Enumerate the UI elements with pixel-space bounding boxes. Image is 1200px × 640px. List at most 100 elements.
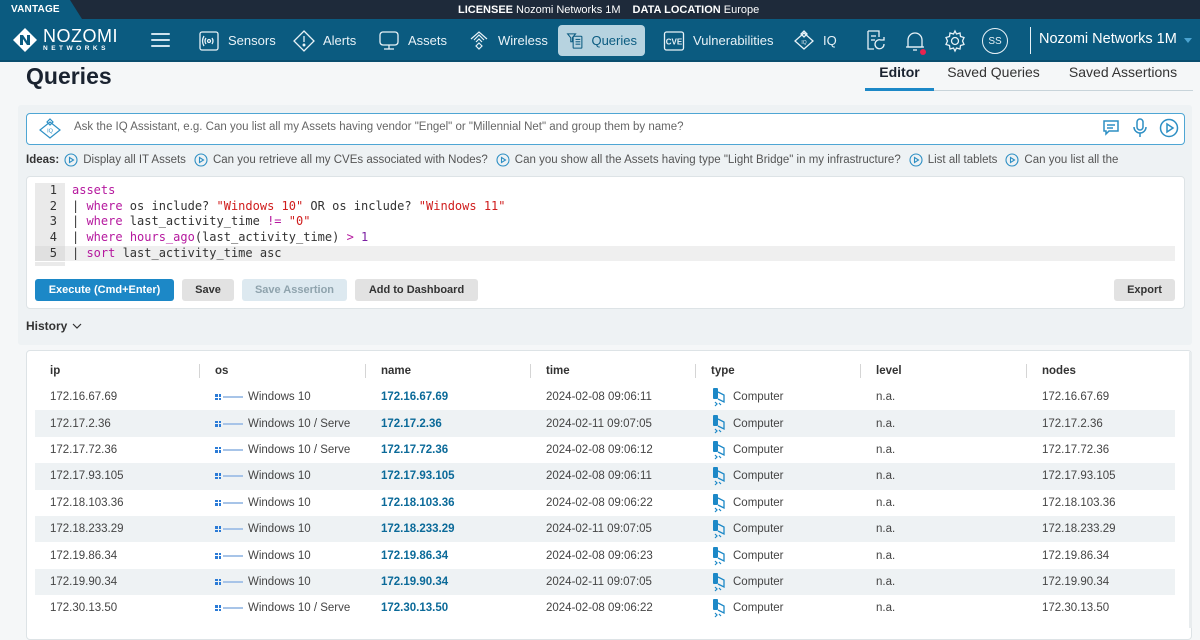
code-line[interactable]: 4 | where hours_ago(last_activity_time) >… [35,230,1175,246]
save-assertion-button[interactable]: Save Assertion [242,279,347,301]
nav-sensors[interactable]: Sensors [190,25,284,56]
cell-time: 2024-02-08 09:06:23 [546,549,653,562]
cell-level: n.a. [876,470,896,483]
windows-logo-icon [215,605,243,612]
product-label: VANTAGE [0,0,82,19]
user-avatar[interactable]: SS [982,28,1008,54]
code-text: | sort last_activity_time asc [72,245,282,260]
idea-item[interactable]: Display all IT Assets [64,153,186,167]
cell-level: n.a. [876,443,896,456]
query-code-editor[interactable]: 1 assets 2 | where os include? "Windows 10"… [35,183,1175,262]
nozomi-logo-icon [13,28,37,52]
computer-icon [713,599,725,618]
iq-assistant-input[interactable] [74,121,1074,133]
tenant-selector[interactable]: Nozomi Networks 1M [1039,31,1192,47]
table-row[interactable]: 172.19.90.34 Windows 10 172.19.90.34 2024-0… [35,568,1175,596]
tab-editor[interactable]: Editor [865,62,934,91]
table-row[interactable]: 172.16.67.69 Windows 10 172.16.67.69 2024-0… [35,384,1175,410]
nav-alerts[interactable]: Alerts [285,25,364,56]
cell-name-link[interactable]: 172.16.67.69 [366,391,531,403]
column-header-name[interactable]: name [366,358,531,384]
cell-level: n.a. [876,496,896,509]
nav-iq-label: IQ [823,33,837,48]
table-row[interactable]: 172.17.2.36 Windows 10 / Serve 172.17.2.36… [35,410,1175,437]
table-row[interactable]: 172.18.103.36 Windows 10 172.18.103.36 2024… [35,490,1175,516]
cell-name-link[interactable]: 172.19.90.34 [366,576,531,588]
idea-item[interactable]: List all tablets [909,153,997,167]
cell-os: Windows 10 [200,497,366,509]
report-refresh-icon[interactable] [864,29,888,53]
play-circle-icon [64,153,78,167]
cell-nodes: 172.18.103.36 [1042,496,1116,509]
nav-wireless[interactable]: Wireless [460,25,556,56]
column-header-time[interactable]: time [531,358,696,384]
cell-name-link[interactable]: 172.19.86.34 [366,550,531,562]
data-location-label: DATA LOCATION [632,4,721,16]
export-button[interactable]: Export [1114,279,1175,301]
cell-os: Windows 10 / Serve [200,418,366,430]
top-info-bar: VANTAGE LICENSEE Nozomi Networks 1M DATA L… [0,0,1200,19]
cell-nodes: 172.16.67.69 [1042,391,1110,404]
idea-item[interactable]: Can you show all the Assets having type … [496,153,901,167]
nav-iq[interactable]: IQ IQ [785,25,845,56]
add-to-dashboard-button[interactable]: Add to Dashboard [355,279,478,301]
table-scrollbar[interactable] [1189,352,1192,628]
nozomi-logo[interactable]: NOZOMI NETWORKS [12,27,118,53]
cell-ip: 172.30.13.50 [50,602,118,615]
nav-queries[interactable]: Queries [558,25,645,56]
computer-icon [713,572,725,592]
cell-name-link[interactable]: 172.17.2.36 [366,418,531,430]
cell-ip: 172.18.233.29 [50,523,124,536]
monitor-icon [379,30,399,50]
cell-os: Windows 10 [200,470,366,482]
play-circle-icon[interactable] [1159,118,1179,138]
microphone-icon[interactable] [1130,118,1150,138]
column-header-level[interactable]: level [861,358,1027,384]
nav-vulnerabilities[interactable]: CVE Vulnerabilities [655,25,781,56]
save-button[interactable]: Save [182,279,234,301]
code-line[interactable]: 3 | where last_activity_time != "0" [35,214,1175,231]
table-row[interactable]: 172.19.86.34 Windows 10 172.19.86.34 2024-0… [35,542,1175,568]
column-header-os[interactable]: os [200,358,366,384]
cell-name-link[interactable]: 172.17.93.105 [366,470,531,482]
licensee-label: LICENSEE [458,4,514,16]
idea-text: Can you show all the Assets having type … [514,154,901,166]
table-body: 172.16.67.69 Windows 10 172.16.67.69 2024-0… [35,384,1175,622]
wireless-icon [470,30,488,50]
chevron-down-icon [1183,37,1192,43]
settings-gear-icon[interactable] [943,29,967,53]
data-location-value: Europe [723,4,760,16]
chat-icon[interactable] [1101,118,1121,138]
cell-level: n.a. [876,575,896,588]
code-line[interactable]: 2 | where os include? "Windows 10" OR os … [35,198,1175,215]
cell-name-link[interactable]: 172.17.72.36 [366,444,531,456]
tab-saved-assertions[interactable]: Saved Assertions [1053,62,1193,90]
cell-level: n.a. [876,602,896,615]
nav-assets[interactable]: Assets [370,25,455,56]
column-header-nodes[interactable]: nodes [1027,358,1175,384]
column-header-type[interactable]: type [696,358,861,384]
cell-name-link[interactable]: 172.18.103.36 [366,497,531,509]
column-header-ip[interactable]: ip [35,358,200,384]
alert-diamond-icon [293,29,315,52]
idea-item[interactable]: Can you retrieve all my CVEs associated … [194,153,488,167]
cell-nodes: 172.19.90.34 [1042,575,1110,588]
menu-icon[interactable] [151,33,170,47]
cell-os: Windows 10 [200,550,366,562]
svg-text:CVE: CVE [666,37,683,46]
cell-ip: 172.17.93.105 [50,470,124,483]
table-row[interactable]: 172.17.93.105 Windows 10 172.17.93.105 2024… [35,463,1175,490]
table-row[interactable]: 172.18.233.29 Windows 10 172.18.233.29 2024… [35,515,1175,543]
idea-item[interactable]: Can you list all the [1005,153,1118,167]
history-toggle[interactable]: History [26,319,82,333]
cell-os: Windows 10 / Serve [200,444,366,456]
svg-text:IQ: IQ [801,40,806,46]
tab-saved-queries[interactable]: Saved Queries [934,62,1053,90]
table-row[interactable]: 172.30.13.50 Windows 10 / Serve 172.30.13.… [35,595,1175,621]
table-row[interactable]: 172.17.72.36 Windows 10 / Serve 172.17.72.… [35,437,1175,463]
code-line[interactable]: 5 | sort last_activity_time asc [35,245,1175,262]
execute-button[interactable]: Execute (Cmd+Enter) [35,279,174,301]
cell-name-link[interactable]: 172.30.13.50 [366,602,531,614]
cell-name-link[interactable]: 172.18.233.29 [366,523,531,535]
code-line[interactable]: 1 assets [35,183,1175,199]
